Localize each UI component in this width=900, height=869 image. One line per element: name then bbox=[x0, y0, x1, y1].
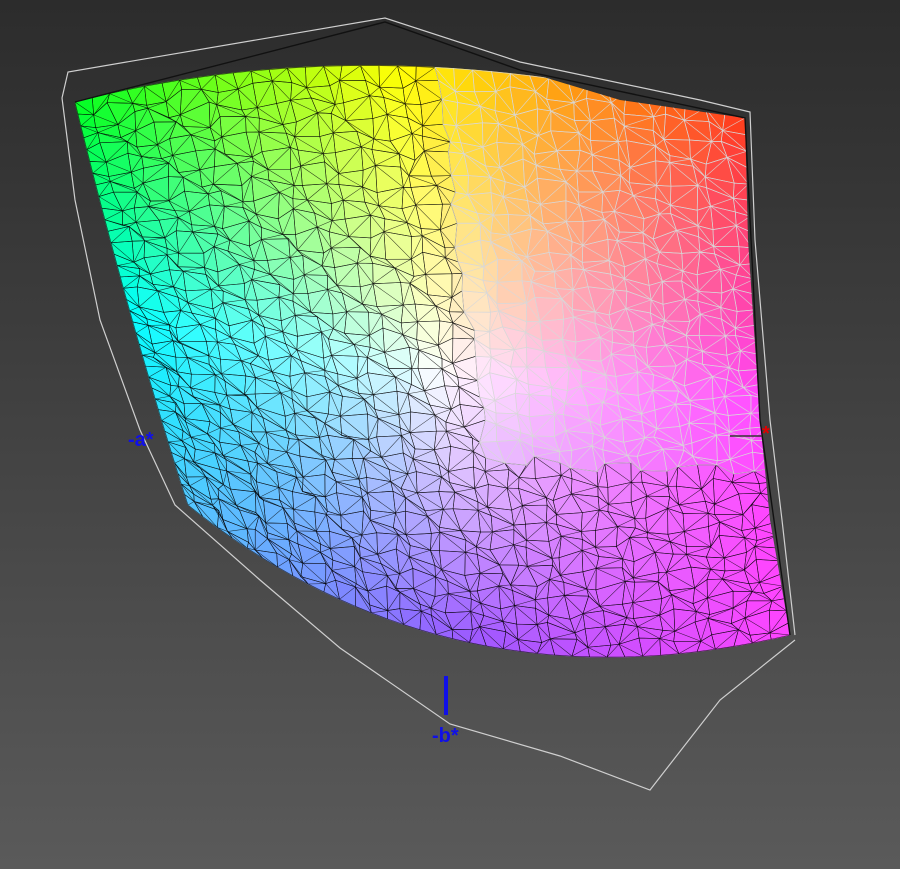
pos-a-axis-label: * bbox=[762, 423, 770, 445]
mesh-cell bbox=[338, 169, 364, 188]
mesh-cell bbox=[528, 394, 556, 418]
mesh-cell bbox=[540, 200, 567, 225]
mesh-cell bbox=[547, 578, 565, 599]
mesh-cell bbox=[752, 451, 771, 472]
neg-a-axis: -a* bbox=[128, 429, 154, 451]
mesh-cell bbox=[556, 149, 581, 172]
mesh-cell bbox=[525, 522, 550, 542]
mesh-cell bbox=[400, 303, 418, 324]
neg-b-axis: -b* bbox=[432, 676, 459, 747]
gamut-diagram: -a* * -b* bbox=[61, 17, 796, 791]
mesh-cell bbox=[553, 267, 574, 291]
mesh-cell bbox=[536, 177, 567, 205]
neg-a-axis-label: -a* bbox=[128, 429, 154, 451]
gamut-surface bbox=[75, 65, 790, 658]
mesh-cell bbox=[724, 394, 752, 416]
mesh-cell bbox=[317, 112, 334, 138]
neg-b-axis-label: -b* bbox=[432, 725, 459, 747]
mesh-cell bbox=[330, 199, 346, 222]
mesh-cell bbox=[732, 182, 750, 201]
